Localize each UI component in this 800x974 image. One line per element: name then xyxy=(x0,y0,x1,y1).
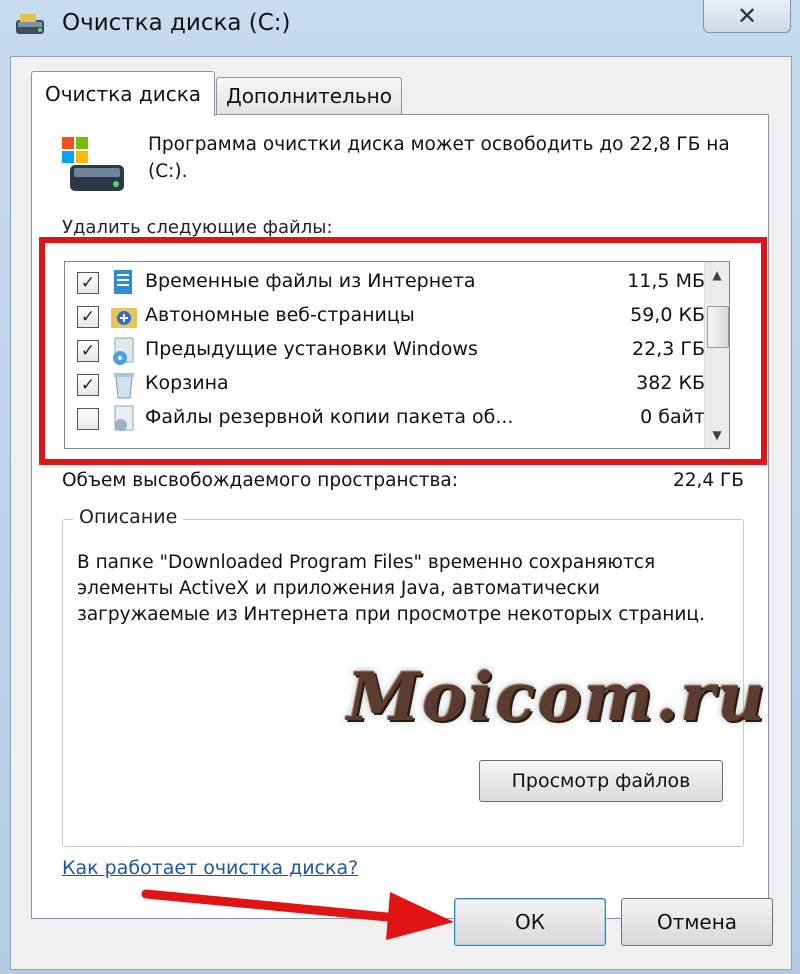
disk-cleanup-icon xyxy=(62,137,124,191)
disk-cleanup-window: Очистка диска (C:) ✕ Очистка диска Допол… xyxy=(0,0,800,974)
tab-panel: Программа очистки диска может освободить… xyxy=(31,114,769,919)
description-text: В папке "Downloaded Program Files" време… xyxy=(77,552,705,625)
tab-label: Дополнительно xyxy=(226,84,392,108)
disk-cleanup-app-icon xyxy=(16,14,44,34)
ok-button[interactable]: ОК xyxy=(454,898,606,946)
space-label: Объем высвобождаемого пространства: xyxy=(62,470,458,491)
description-title: Описание xyxy=(73,506,184,528)
info-text: Программа очистки диска может освободить… xyxy=(148,134,730,182)
tab-disk-cleanup[interactable]: Очистка диска xyxy=(31,71,215,116)
files-section-label: Удалить следующие файлы: xyxy=(62,217,333,238)
dialog-client-area: Очистка диска Дополнительно Программа оч… xyxy=(10,56,792,970)
watermark-logo: Moicom.ru xyxy=(347,658,767,736)
space-value: 22,4 ГБ xyxy=(672,470,744,491)
view-files-button[interactable]: Просмотр файлов xyxy=(479,760,723,802)
tab-more-options[interactable]: Дополнительно xyxy=(216,77,402,114)
files-highlight-frame xyxy=(39,237,767,465)
close-icon: ✕ xyxy=(736,2,758,30)
tab-label: Очистка диска xyxy=(44,82,202,106)
description-group: Описание В папке "Downloaded Program Fil… xyxy=(62,506,765,847)
close-button[interactable]: ✕ xyxy=(703,0,791,33)
red-arrow-annotation xyxy=(141,889,454,940)
cancel-button[interactable]: Отмена xyxy=(621,898,773,946)
window-title: Очистка диска (C:) xyxy=(62,10,291,36)
title-bar: Очистка диска (C:) ✕ xyxy=(0,0,800,56)
